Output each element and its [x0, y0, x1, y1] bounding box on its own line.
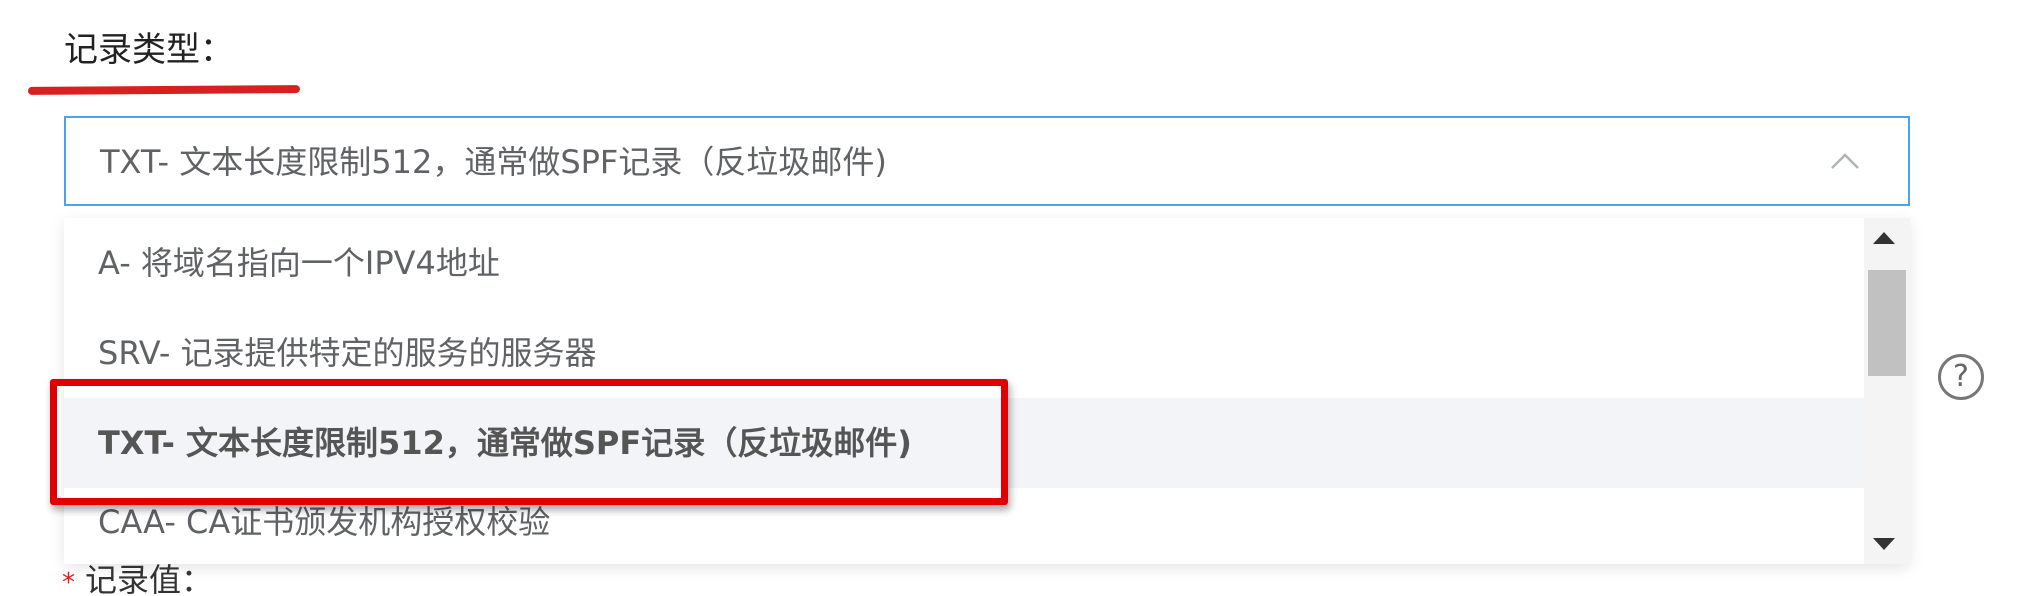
record-type-select[interactable]: TXT- 文本长度限制512，通常做SPF记录（反垃圾邮件) [64, 116, 1910, 206]
question-circle-icon[interactable]: ? [1938, 354, 1984, 400]
chevron-up-icon[interactable] [1828, 144, 1862, 178]
annotation-highlight-box [50, 379, 1008, 505]
annotation-underline [27, 85, 301, 95]
dropdown-option-a[interactable]: A- 将域名指向一个IPV4地址 [64, 218, 1864, 308]
triangle-up-icon[interactable] [1873, 232, 1895, 244]
dropdown-scrollbar[interactable] [1864, 218, 1910, 564]
scrollbar-thumb[interactable] [1868, 270, 1906, 376]
record-value-label-text: 记录值： [85, 561, 214, 596]
record-type-label: 记录类型： [64, 30, 234, 70]
dns-record-form: 记录类型： TXT- 文本长度限制512，通常做SPF记录（反垃圾邮件) A- … [0, 0, 2042, 596]
record-type-selected-value: TXT- 文本长度限制512，通常做SPF记录（反垃圾邮件) [100, 143, 887, 181]
triangle-down-icon[interactable] [1873, 538, 1895, 550]
record-value-label: * 记录值： [62, 560, 213, 596]
required-mark: * [62, 568, 75, 596]
